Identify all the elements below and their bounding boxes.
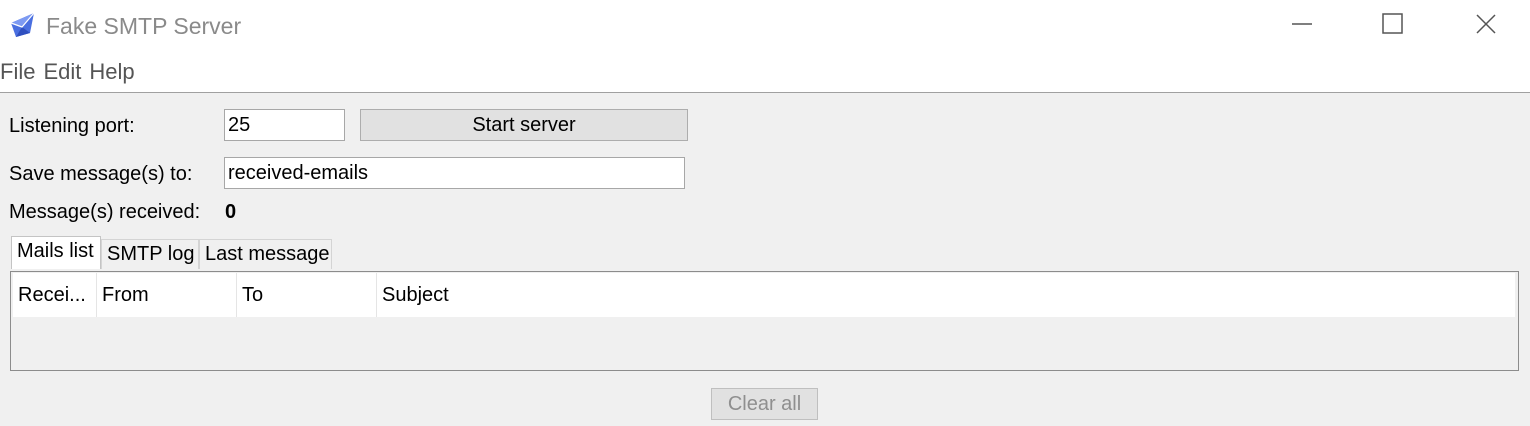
app-window: Fake SMTP Server File Edit Help Listenin… (0, 0, 1530, 426)
listening-port-input[interactable] (224, 109, 345, 141)
menu-file[interactable]: File (0, 52, 39, 92)
column-header-from[interactable]: From (97, 273, 237, 317)
envelope-icon (8, 11, 38, 39)
window-title: Fake SMTP Server (46, 13, 242, 39)
save-directory-input[interactable] (224, 157, 685, 189)
start-server-button[interactable]: Start server (360, 109, 688, 141)
column-header-to[interactable]: To (237, 273, 377, 317)
close-icon (1475, 13, 1497, 40)
column-header-subject[interactable]: Subject (377, 273, 1515, 317)
tab-last-message[interactable]: Last message (199, 239, 332, 269)
menu-bar: File Edit Help (0, 52, 1530, 93)
mails-table[interactable]: Recei... From To Subject (10, 271, 1519, 371)
maximize-button[interactable] (1370, 0, 1416, 52)
save-messages-label: Save message(s) to: (9, 163, 193, 185)
tab-smtp-log[interactable]: SMTP log (101, 239, 199, 269)
tab-last-message-label: Last message (205, 243, 330, 265)
column-header-received[interactable]: Recei... (13, 273, 97, 317)
close-button[interactable] (1463, 0, 1509, 52)
menu-help[interactable]: Help (89, 52, 138, 92)
tab-mails-list[interactable]: Mails list (11, 236, 101, 269)
table-header: Recei... From To Subject (13, 273, 1515, 317)
title-bar[interactable]: Fake SMTP Server (0, 0, 1530, 52)
messages-received-label: Message(s) received: (9, 201, 201, 223)
maximize-icon (1382, 12, 1404, 40)
minimize-icon (1291, 13, 1313, 40)
listening-port-label: Listening port: (9, 115, 135, 137)
tab-mails-list-label: Mails list (17, 240, 94, 262)
menu-edit[interactable]: Edit (43, 52, 85, 92)
minimize-button[interactable] (1279, 0, 1325, 52)
tab-smtp-log-label: SMTP log (107, 243, 195, 265)
clear-all-button[interactable]: Clear all (711, 388, 818, 420)
messages-received-count: 0 (225, 201, 237, 223)
